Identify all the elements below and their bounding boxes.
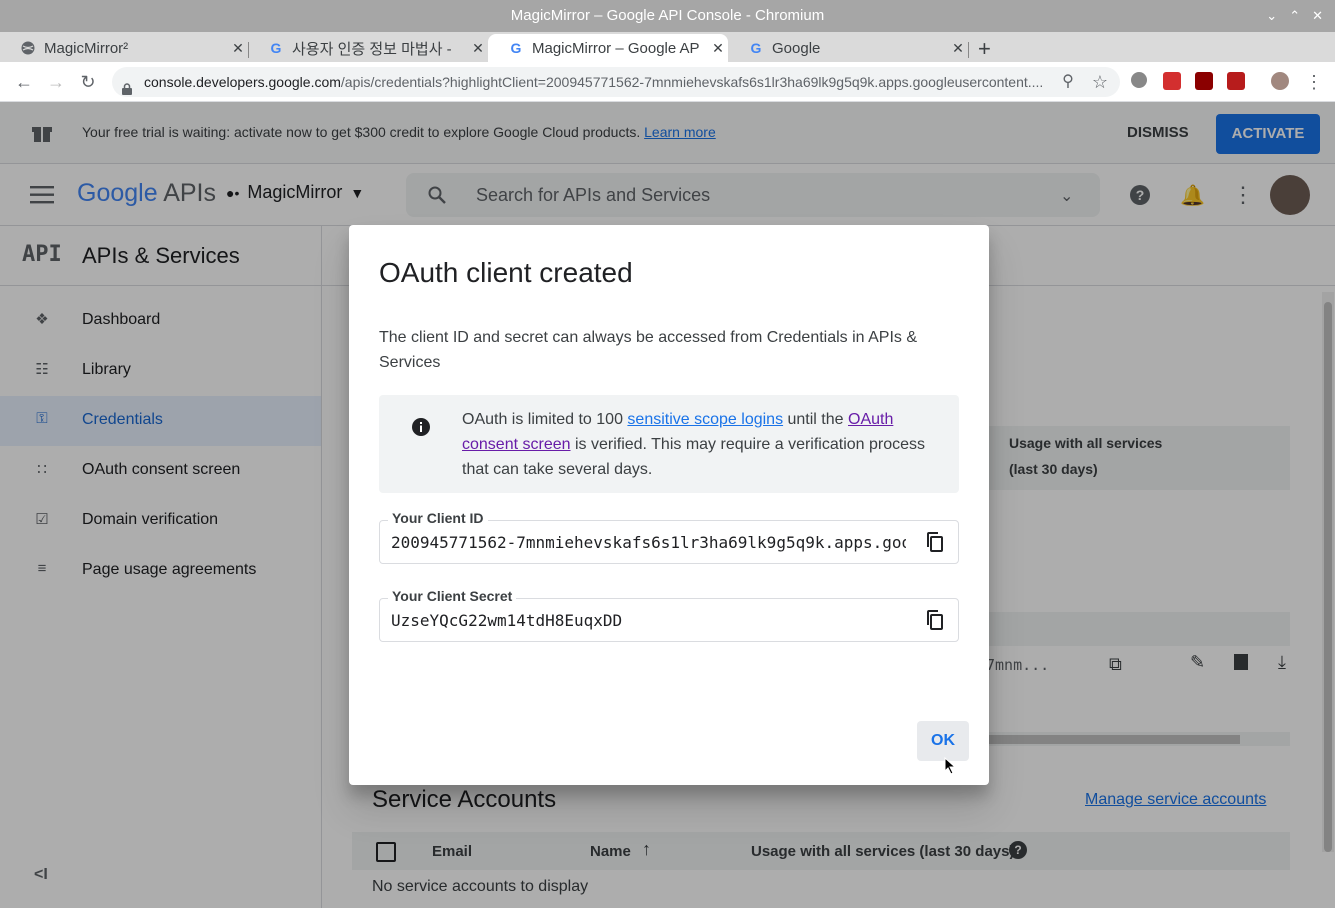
tab-strip: MagicMirror² ✕ G 사용자 인증 정보 마법사 - ✕ G Mag… — [0, 32, 1335, 62]
client-secret-label: Your Client Secret — [388, 588, 517, 604]
window-title: MagicMirror – Google API Console - Chrom… — [510, 7, 825, 24]
tab-magicmirror[interactable]: MagicMirror² ✕ — [0, 34, 248, 62]
close-window-icon[interactable]: ✕ — [1312, 0, 1323, 32]
tab-api-console[interactable]: G MagicMirror – Google AP ✕ — [488, 34, 728, 62]
back-icon[interactable]: ← — [12, 70, 36, 94]
sensitive-scope-logins-link[interactable]: sensitive scope logins — [627, 411, 783, 428]
info-text: OAuth is limited to 100 sensitive scope … — [462, 407, 942, 482]
copy-client-id-icon[interactable] — [924, 531, 946, 553]
new-tab-button[interactable]: + — [978, 36, 991, 62]
minimize-icon[interactable]: ⌄ — [1266, 0, 1277, 32]
bookmark-star-icon[interactable]: ☆ — [1088, 70, 1112, 94]
ok-button[interactable]: OK — [917, 721, 969, 761]
info-callout: OAuth is limited to 100 sensitive scope … — [379, 395, 959, 493]
client-id-field: Your Client ID 200945771562-7mnmiehevska… — [379, 510, 959, 564]
close-tab-icon[interactable]: ✕ — [948, 40, 968, 57]
extension-icon[interactable] — [1131, 72, 1147, 88]
google-icon: G — [510, 40, 522, 56]
zoom-icon[interactable]: ⚲ — [1056, 70, 1080, 94]
maximize-icon[interactable]: ⌃ — [1289, 0, 1300, 32]
client-secret-value[interactable]: UzseYQcG22wm14tdH8EuqxDD — [391, 611, 906, 630]
window-titlebar: MagicMirror – Google API Console - Chrom… — [0, 0, 1335, 32]
tab-label: Google — [772, 39, 821, 57]
oauth-created-dialog: OAuth client created The client ID and s… — [349, 225, 989, 785]
extension-icon[interactable] — [1195, 72, 1213, 90]
tab-google[interactable]: G Google ✕ — [728, 34, 968, 62]
close-tab-icon[interactable]: ✕ — [468, 40, 488, 57]
tab-label: MagicMirror – Google AP — [532, 39, 700, 57]
ublock-icon[interactable] — [1227, 72, 1245, 90]
google-icon: G — [750, 40, 762, 56]
close-tab-icon[interactable]: ✕ — [228, 40, 248, 57]
copy-client-secret-icon[interactable] — [924, 609, 946, 631]
info-text-part: until the — [783, 411, 848, 428]
tab-label: 사용자 인증 정보 마법사 - — [292, 40, 452, 58]
url-path: /apis/credentials?highlightClient=200945… — [340, 74, 1044, 90]
client-secret-field: Your Client Secret UzseYQcG22wm14tdH8Euq… — [379, 588, 959, 642]
close-tab-icon[interactable]: ✕ — [708, 40, 728, 57]
globe-icon — [20, 40, 36, 56]
google-icon: G — [270, 40, 282, 56]
dialog-description: The client ID and secret can always be a… — [379, 329, 918, 371]
browser-toolbar: ← → ↻ console.developers.google.com/apis… — [0, 62, 1335, 102]
client-id-label: Your Client ID — [388, 510, 488, 526]
forward-icon[interactable]: → — [44, 70, 68, 94]
lock-icon — [122, 75, 132, 95]
mouse-cursor-icon — [944, 756, 957, 775]
tab-credentials-wizard[interactable]: G 사용자 인증 정보 마법사 - ✕ — [248, 34, 488, 62]
profile-avatar[interactable] — [1271, 72, 1289, 90]
reload-icon[interactable]: ↻ — [76, 70, 100, 94]
url-host: console.developers.google.com — [144, 74, 341, 90]
address-bar[interactable]: console.developers.google.com/apis/crede… — [112, 67, 1120, 97]
extension-icon[interactable] — [1163, 72, 1181, 90]
browser-menu-icon[interactable]: ⋮ — [1302, 70, 1326, 94]
info-text-part: OAuth is limited to 100 — [462, 411, 628, 428]
dialog-title: OAuth client created — [379, 257, 633, 288]
tab-label: MagicMirror² — [44, 39, 129, 57]
info-icon — [411, 417, 431, 437]
client-id-value[interactable]: 200945771562-7mnmiehevskafs6s1lr3ha69lk9… — [391, 533, 906, 552]
